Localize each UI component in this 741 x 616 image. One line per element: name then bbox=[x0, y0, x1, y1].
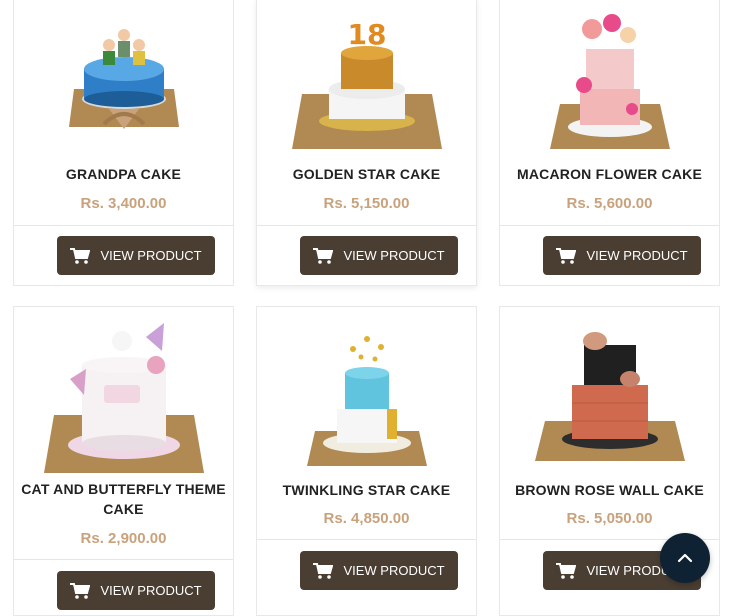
view-product-button[interactable]: VIEW PRODUCT bbox=[57, 571, 215, 610]
card-divider bbox=[500, 225, 719, 226]
cart-icon bbox=[70, 247, 91, 264]
product-name[interactable]: GOLDEN STAR CAKE bbox=[261, 164, 472, 184]
scroll-to-top-button[interactable] bbox=[660, 533, 710, 583]
product-price: Rs. 2,900.00 bbox=[80, 530, 167, 547]
cart-icon bbox=[313, 562, 334, 579]
card-divider bbox=[14, 559, 233, 560]
grandpa-cake-image[interactable] bbox=[14, 0, 233, 149]
card-divider bbox=[14, 225, 233, 226]
product-price: Rs. 4,850.00 bbox=[323, 510, 410, 527]
view-product-label: VIEW PRODUCT bbox=[343, 563, 445, 578]
cat-butterfly-cake-image[interactable] bbox=[14, 315, 233, 473]
cart-icon bbox=[313, 247, 334, 264]
view-product-label: VIEW PRODUCT bbox=[343, 248, 445, 263]
product-card: 18 GOLDEN STAR CAKE Rs. 5,150.00 VIEW PR… bbox=[256, 0, 477, 286]
cake-topper-text: 18 bbox=[348, 18, 387, 51]
view-product-label: VIEW PRODUCT bbox=[100, 248, 202, 263]
brown-rose-wall-cake-image[interactable] bbox=[500, 321, 719, 471]
product-price: Rs. 5,050.00 bbox=[566, 510, 653, 527]
product-card: GRANDPA CAKE Rs. 3,400.00 VIEW PRODUCT bbox=[13, 0, 234, 286]
macaron-flower-cake-image[interactable] bbox=[500, 0, 719, 149]
product-name[interactable]: CAT AND BUTTERFLY THEME CAKE bbox=[18, 479, 229, 519]
product-price: Rs. 5,600.00 bbox=[566, 195, 653, 212]
card-divider bbox=[257, 539, 476, 540]
view-product-button[interactable]: VIEW PRODUCT bbox=[300, 551, 458, 590]
view-product-button[interactable]: VIEW PRODUCT bbox=[300, 236, 458, 275]
product-name[interactable]: MACARON FLOWER CAKE bbox=[504, 164, 715, 184]
product-price: Rs. 5,150.00 bbox=[323, 195, 410, 212]
view-product-button[interactable]: VIEW PRODUCT bbox=[543, 236, 701, 275]
product-card: TWINKLING STAR CAKE Rs. 4,850.00 VIEW PR… bbox=[256, 306, 477, 616]
golden-star-cake-image[interactable]: 18 bbox=[257, 0, 476, 149]
view-product-label: VIEW PRODUCT bbox=[586, 248, 688, 263]
view-product-label: VIEW PRODUCT bbox=[100, 583, 202, 598]
product-name[interactable]: GRANDPA CAKE bbox=[18, 164, 229, 184]
product-name[interactable]: BROWN ROSE WALL CAKE bbox=[504, 480, 715, 500]
product-grid: GRANDPA CAKE Rs. 3,400.00 VIEW PRODUCT 1… bbox=[0, 0, 741, 616]
cart-icon bbox=[556, 247, 577, 264]
product-name[interactable]: TWINKLING STAR CAKE bbox=[261, 480, 472, 500]
view-product-button[interactable]: VIEW PRODUCT bbox=[57, 236, 215, 275]
product-price: Rs. 3,400.00 bbox=[80, 195, 167, 212]
card-divider bbox=[257, 225, 476, 226]
cart-icon bbox=[70, 582, 91, 599]
cart-icon bbox=[556, 562, 577, 579]
product-card: MACARON FLOWER CAKE Rs. 5,600.00 VIEW PR… bbox=[499, 0, 720, 286]
chevron-up-icon bbox=[677, 553, 693, 563]
twinkling-star-cake-image[interactable] bbox=[257, 321, 476, 471]
product-card: CAT AND BUTTERFLY THEME CAKE Rs. 2,900.0… bbox=[13, 306, 234, 616]
